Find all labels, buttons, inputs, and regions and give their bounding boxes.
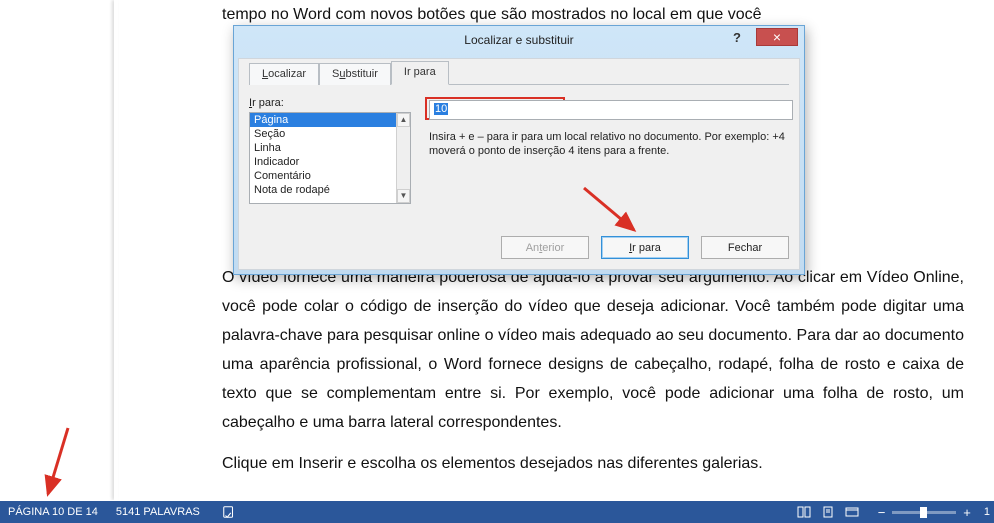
- goto-panel: Ir para: Página Seção Linha Indicador Co…: [249, 85, 789, 204]
- status-page[interactable]: PÁGINA 10 DE 14: [8, 506, 98, 518]
- find-replace-dialog: Localizar e substituir ? × Localizar Sub…: [233, 25, 805, 275]
- tab-strip: Localizar Substituir Ir para: [249, 59, 789, 85]
- tab-goto[interactable]: Ir para: [391, 61, 449, 85]
- close-dialog-button[interactable]: Fechar: [701, 236, 789, 259]
- zoom-percent[interactable]: 1: [984, 506, 990, 518]
- goto-button[interactable]: Ir para: [601, 236, 689, 259]
- tab-underline: [449, 84, 789, 85]
- list-item[interactable]: Seção: [250, 127, 410, 141]
- zoom-slider-thumb[interactable]: [920, 507, 927, 518]
- print-layout-icon[interactable]: [817, 503, 839, 521]
- list-item[interactable]: Nota de rodapé: [250, 183, 410, 197]
- dialog-titlebar[interactable]: Localizar e substituir ? ×: [234, 26, 804, 54]
- listbox-scrollbar[interactable]: ▲ ▼: [396, 113, 410, 203]
- status-word-count[interactable]: 5141 PALAVRAS: [116, 506, 200, 518]
- scroll-up-icon[interactable]: ▲: [397, 113, 410, 127]
- web-layout-icon[interactable]: [841, 503, 863, 521]
- status-bar: PÁGINA 10 DE 14 5141 PALAVRAS − + 1: [0, 501, 994, 523]
- tab-find[interactable]: Localizar: [249, 63, 319, 85]
- paragraph[interactable]: O vídeo fornece uma maneira poderosa de …: [222, 263, 964, 437]
- proofing-icon[interactable]: [218, 503, 240, 521]
- page-number-input[interactable]: [429, 100, 793, 120]
- goto-list-label: Ir para:: [249, 97, 411, 109]
- previous-button: Anterior: [501, 236, 589, 259]
- close-button[interactable]: ×: [756, 28, 798, 46]
- page-number-selected-text: 10: [434, 103, 448, 115]
- paragraph[interactable]: Clique em Inserir e escolha os elementos…: [222, 449, 964, 478]
- help-button[interactable]: ?: [722, 30, 752, 48]
- zoom-in-button[interactable]: +: [960, 505, 974, 520]
- list-item[interactable]: Comentário: [250, 169, 410, 183]
- scroll-down-icon[interactable]: ▼: [397, 189, 410, 203]
- dialog-button-row: Anterior Ir para Fechar: [249, 236, 789, 259]
- zoom-out-button[interactable]: −: [875, 505, 889, 520]
- goto-left-column: Ir para: Página Seção Linha Indicador Co…: [249, 97, 411, 204]
- goto-listbox[interactable]: Página Seção Linha Indicador Comentário …: [249, 112, 411, 204]
- view-switcher: [793, 503, 863, 521]
- read-mode-icon[interactable]: [793, 503, 815, 521]
- list-item[interactable]: Linha: [250, 141, 410, 155]
- dialog-body: Localizar Substituir Ir para Ir para: Pá…: [238, 58, 800, 270]
- goto-right-column: Insira o nº de página: 10 Insira + e – p…: [429, 97, 793, 204]
- goto-hint-text: Insira + e – para ir para um local relat…: [429, 130, 793, 158]
- list-item[interactable]: Indicador: [250, 155, 410, 169]
- zoom-slider[interactable]: [892, 511, 956, 514]
- list-item[interactable]: Página: [250, 113, 410, 127]
- page-edge: [114, 0, 118, 500]
- dialog-title: Localizar e substituir: [234, 26, 804, 54]
- tab-replace[interactable]: Substituir: [319, 63, 391, 85]
- zoom-control: − + 1: [875, 505, 990, 520]
